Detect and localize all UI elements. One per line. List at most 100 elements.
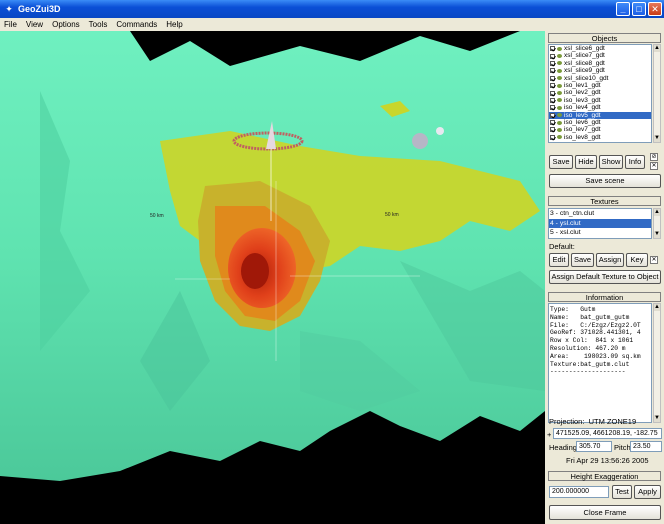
pitch-label: Pitch	[614, 443, 631, 452]
info-line: Texture:bat_gutm.clut	[550, 360, 630, 368]
visibility-checkbox[interactable]	[550, 105, 555, 111]
textures-close-icon[interactable]: ✕	[650, 256, 658, 264]
objects-close-icon[interactable]: ✕	[650, 162, 658, 170]
texture-list-item[interactable]: 4 - ysl.clut	[549, 218, 651, 228]
assign-default-texture-button[interactable]: Assign Default Texture to Object	[549, 270, 661, 284]
title-bar: ✦ GeoZui3D _ □ ✕	[0, 0, 664, 18]
key-button[interactable]: Key	[626, 253, 648, 267]
menu-options[interactable]: Options	[52, 20, 80, 29]
heading-field[interactable]: 305.70	[576, 441, 612, 452]
distance-label: 50 km	[385, 212, 399, 218]
object-list-item[interactable]: iso_lev6_gdt	[549, 119, 651, 126]
menu-tools[interactable]: Tools	[89, 20, 108, 29]
information-scrollbar[interactable]: ▲ ▼	[653, 303, 661, 423]
object-list-item[interactable]: iso_lev8_gdt	[549, 134, 651, 141]
object-list-item[interactable]: xsl_slice10_gdt	[549, 75, 651, 82]
object-list-item[interactable]: iso_lev2_gdt	[549, 89, 651, 96]
textures-header: Textures	[548, 196, 661, 206]
object-label: iso_lev3_gdt	[564, 96, 601, 104]
object-label: iso_lev5_gdt	[564, 111, 601, 119]
object-list-item[interactable]: iso_lev1_gdt	[549, 82, 651, 89]
object-label: xsl_slice10_gdt	[564, 74, 609, 82]
menu-file[interactable]: File	[4, 20, 17, 29]
pitch-field[interactable]: 23.50	[630, 441, 662, 452]
close-window-button[interactable]: ✕	[648, 2, 662, 16]
position-field[interactable]: 471525.09, 4661208.19, -182.75	[553, 428, 662, 439]
object-type-icon	[557, 120, 562, 125]
visibility-checkbox[interactable]	[550, 60, 555, 66]
show-button[interactable]: Show	[599, 155, 623, 169]
info-line: Row x Col: 841 x 1061	[550, 337, 634, 345]
objects-header: Objects	[548, 33, 661, 43]
object-label: iso_lev2_gdt	[564, 89, 601, 97]
objects-collapse-icon[interactable]: ⊘	[650, 153, 658, 161]
close-frame-button[interactable]: Close Frame	[549, 505, 661, 520]
textures-list[interactable]: 3 - ctn_ctn.clut 4 - ysl.clut 5 - xsl.clut	[548, 208, 652, 239]
object-type-icon	[557, 76, 562, 81]
object-label: iso_lev6_gdt	[564, 118, 601, 126]
minimize-button[interactable]: _	[616, 2, 630, 16]
window-title: GeoZui3D	[18, 4, 61, 14]
visibility-checkbox[interactable]	[550, 90, 555, 96]
object-list-item[interactable]: xsl_slice7_gdt	[549, 52, 651, 59]
objects-scrollbar[interactable]: ▲ ▼	[653, 44, 661, 143]
visibility-checkbox[interactable]	[550, 97, 555, 103]
visibility-checkbox[interactable]	[550, 127, 555, 133]
information-text: Type: Gutm Name: bat_gutm_gutm File: C:/Ez…	[548, 303, 652, 423]
info-line: Area: 198023.09 sq.km	[550, 352, 641, 360]
visibility-checkbox[interactable]	[550, 83, 555, 89]
apply-button[interactable]: Apply	[634, 485, 661, 499]
visibility-checkbox[interactable]	[550, 46, 555, 52]
coords-expand-icon[interactable]: +	[547, 430, 551, 439]
object-list-item[interactable]: iso_lev5_gdt	[549, 111, 651, 119]
visibility-checkbox[interactable]	[550, 134, 555, 140]
object-list-item[interactable]: xsl_slice8_gdt	[549, 60, 651, 67]
menu-commands[interactable]: Commands	[116, 20, 157, 29]
edit-button[interactable]: Edit	[549, 253, 569, 267]
test-button[interactable]: Test	[612, 485, 632, 499]
object-type-icon	[557, 105, 562, 110]
info-button[interactable]: Info	[625, 155, 645, 169]
menu-bar: File View Options Tools Commands Help	[0, 18, 664, 31]
visibility-checkbox[interactable]	[550, 112, 555, 118]
3d-viewport[interactable]: 50 km 50 km	[0, 31, 545, 524]
save-scene-button[interactable]: Save scene	[549, 174, 661, 188]
menu-view[interactable]: View	[26, 20, 43, 29]
object-list-item[interactable]: iso_lev3_gdt	[549, 97, 651, 104]
visibility-checkbox[interactable]	[550, 53, 555, 59]
objects-list[interactable]: xsl_slice6_gdt xsl_slice7_gdt xsl_slice8_g…	[548, 44, 652, 143]
object-list-item[interactable]: iso_lev4_gdt	[549, 104, 651, 111]
object-list-item[interactable]: xsl_slice9_gdt	[549, 67, 651, 74]
info-line: GeoRef: 371028.441301, 4	[550, 329, 641, 337]
object-type-icon	[557, 68, 562, 73]
info-line: --------------------	[550, 368, 626, 376]
textures-scrollbar[interactable]: ▲ ▼	[653, 208, 661, 239]
hide-button[interactable]: Hide	[575, 155, 597, 169]
heading-label: Heading	[549, 443, 577, 452]
menu-help[interactable]: Help	[166, 20, 182, 29]
info-line: Name: bat_gutm_gutm	[550, 313, 630, 321]
texture-list-item[interactable]: 3 - ctn_ctn.clut	[549, 209, 651, 219]
visibility-checkbox[interactable]	[550, 68, 555, 74]
height-exaggeration-header: Height Exaggeration	[548, 471, 661, 481]
object-label: xsl_slice9_gdt	[564, 67, 605, 75]
waypoint-sphere	[412, 133, 428, 149]
visibility-checkbox[interactable]	[550, 120, 555, 126]
assign-button[interactable]: Assign	[596, 253, 624, 267]
object-list-item[interactable]: iso_lev7_gdt	[549, 126, 651, 133]
default-label: Default:	[549, 242, 575, 251]
scene-render: 50 km 50 km	[0, 31, 545, 481]
object-type-icon	[557, 135, 562, 140]
texture-save-button[interactable]: Save	[571, 253, 594, 267]
height-exaggeration-field[interactable]: 200.000000	[549, 486, 609, 498]
maximize-button[interactable]: □	[632, 2, 646, 16]
visibility-checkbox[interactable]	[550, 75, 555, 81]
texture-list-item[interactable]: 5 - xsl.clut	[549, 228, 651, 238]
object-label: xsl_slice8_gdt	[564, 59, 605, 67]
object-type-icon	[557, 61, 562, 66]
object-list-item[interactable]: xsl_slice6_gdt	[549, 45, 651, 52]
object-label: iso_lev1_gdt	[564, 81, 601, 89]
app-icon: ✦	[5, 4, 13, 14]
object-save-button[interactable]: Save	[549, 155, 573, 169]
info-line: Type: Gutm	[550, 306, 596, 313]
